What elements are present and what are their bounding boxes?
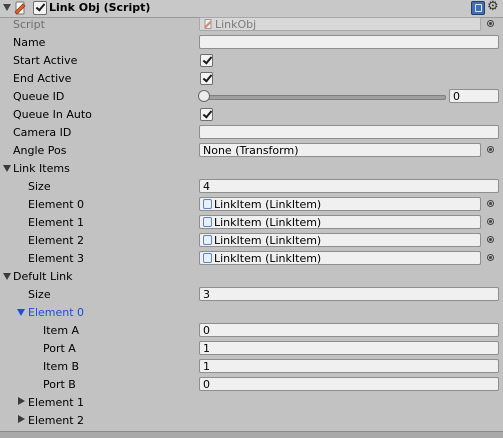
start-active-checkbox[interactable] [200,54,213,67]
camera-id-input[interactable] [199,125,499,139]
port-b-row: Port B 0 [0,376,503,394]
script-picker-icon [487,20,494,27]
link-items-foldout-arrow[interactable] [3,165,11,172]
queue-id-slider-thumb[interactable] [198,90,210,102]
item-b-row: Item B 1 [0,358,503,376]
element0-foldout-arrow[interactable] [17,309,25,316]
end-active-checkbox[interactable] [200,72,213,85]
queue-id-row: Queue ID 0 [0,88,503,106]
checkmark-icon [202,72,213,83]
name-input[interactable] [199,35,499,49]
defult-link-size-row: Size 3 [0,286,503,304]
camera-id-row: Camera ID [0,124,503,142]
link-items-label: Link Items [13,162,70,175]
end-active-row: End Active [0,70,503,88]
component-enabled-checkbox[interactable] [33,1,47,15]
link-item-element-field[interactable]: LinkItem (LinkItem) [199,197,481,211]
link-item-element-field[interactable]: LinkItem (LinkItem) [199,251,481,265]
link-item-element-label: Element 2 [28,234,85,247]
linkitem-icon [203,217,212,227]
start-active-label: Start Active [13,54,78,67]
book-icon[interactable] [471,1,485,15]
linkitem-icon [203,199,212,209]
script-icon [14,1,26,15]
port-a-label: Port A [43,342,76,355]
queue-id-label: Queue ID [13,90,65,103]
component-title: Link Obj (Script) [49,1,151,14]
link-items-size-row: Size 4 [0,178,503,196]
defult-link-row[interactable]: Defult Link [0,268,503,286]
checkmark-icon [202,54,213,65]
link-items-size-label: Size [28,180,51,193]
angle-pos-row: Angle Pos None (Transform) [0,142,503,160]
checkmark-icon [202,108,213,119]
defult-link-element1-row[interactable]: Element 1 [0,394,503,412]
link-item-element-value: LinkItem (LinkItem) [214,216,322,229]
name-label: Name [13,36,46,49]
link-item-element-field[interactable]: LinkItem (LinkItem) [199,233,481,247]
name-row: Name [0,34,503,52]
queue-in-auto-checkbox[interactable] [200,108,213,121]
port-b-input[interactable]: 0 [199,377,499,391]
element2-foldout-arrow[interactable] [18,415,25,423]
defult-link-label: Defult Link [13,270,73,283]
item-b-input[interactable]: 1 [199,359,499,373]
defult-link-element2-row[interactable]: Element 2 [0,412,503,430]
item-a-label: Item A [43,324,80,337]
linkitem-icon [203,253,212,263]
item-a-row: Item A 0 [0,322,503,340]
queue-id-input[interactable]: 0 [449,89,499,103]
checkmark-icon [35,1,46,12]
port-a-input[interactable]: 1 [199,341,499,355]
component-foldout-arrow[interactable] [3,4,11,11]
angle-pos-picker-icon[interactable] [487,146,494,153]
defult-link-element2-label: Element 2 [28,414,85,427]
queue-in-auto-row: Queue In Auto [0,106,503,124]
script-value: LinkObj [215,18,257,31]
script-row: Script LinkObj [0,16,503,34]
angle-pos-field[interactable]: None (Transform) [199,143,481,157]
item-a-input[interactable]: 0 [199,323,499,337]
queue-in-auto-label: Queue In Auto [13,108,92,121]
item-b-label: Item B [43,360,80,373]
gear-icon[interactable]: ⚙ [487,0,499,14]
link-items-row[interactable]: Link Items [0,160,503,178]
angle-pos-label: Angle Pos [13,144,67,157]
link-item-picker-icon[interactable] [487,254,494,261]
defult-link-foldout-arrow[interactable] [3,273,11,280]
defult-link-element1-label: Element 1 [28,396,85,409]
link-item-picker-icon[interactable] [487,200,494,207]
defult-link-size-input[interactable]: 3 [199,287,499,301]
element1-foldout-arrow[interactable] [18,397,25,405]
start-active-row: Start Active [0,52,503,70]
script-file-icon [204,19,212,29]
end-active-label: End Active [13,72,72,85]
defult-link-element0-row[interactable]: Element 0 [0,304,503,322]
link-item-element-value: LinkItem (LinkItem) [214,234,322,247]
link-item-element-value: LinkItem (LinkItem) [214,252,322,265]
linkitem-icon [203,235,212,245]
link-item-element-label: Element 3 [28,252,85,265]
defult-link-size-label: Size [28,288,51,301]
link-item-element-row: Element 1 LinkItem (LinkItem) [0,214,503,232]
link-item-element-label: Element 1 [28,216,85,229]
queue-id-slider-track[interactable] [203,95,446,100]
script-label: Script [13,18,45,31]
link-item-element-row: Element 2 LinkItem (LinkItem) [0,232,503,250]
link-item-element-value: LinkItem (LinkItem) [214,198,322,211]
link-item-element-field[interactable]: LinkItem (LinkItem) [199,215,481,229]
script-field: LinkObj [199,17,481,31]
link-item-picker-icon[interactable] [487,218,494,225]
port-a-row: Port A 1 [0,340,503,358]
camera-id-label: Camera ID [13,126,72,139]
link-item-picker-icon[interactable] [487,236,494,243]
link-items-size-input[interactable]: 4 [199,179,499,193]
port-b-label: Port B [43,378,76,391]
defult-link-element0-label: Element 0 [28,306,85,319]
link-item-element-label: Element 0 [28,198,85,211]
link-item-element-row: Element 0 LinkItem (LinkItem) [0,196,503,214]
link-item-element-row: Element 3 LinkItem (LinkItem) [0,250,503,268]
